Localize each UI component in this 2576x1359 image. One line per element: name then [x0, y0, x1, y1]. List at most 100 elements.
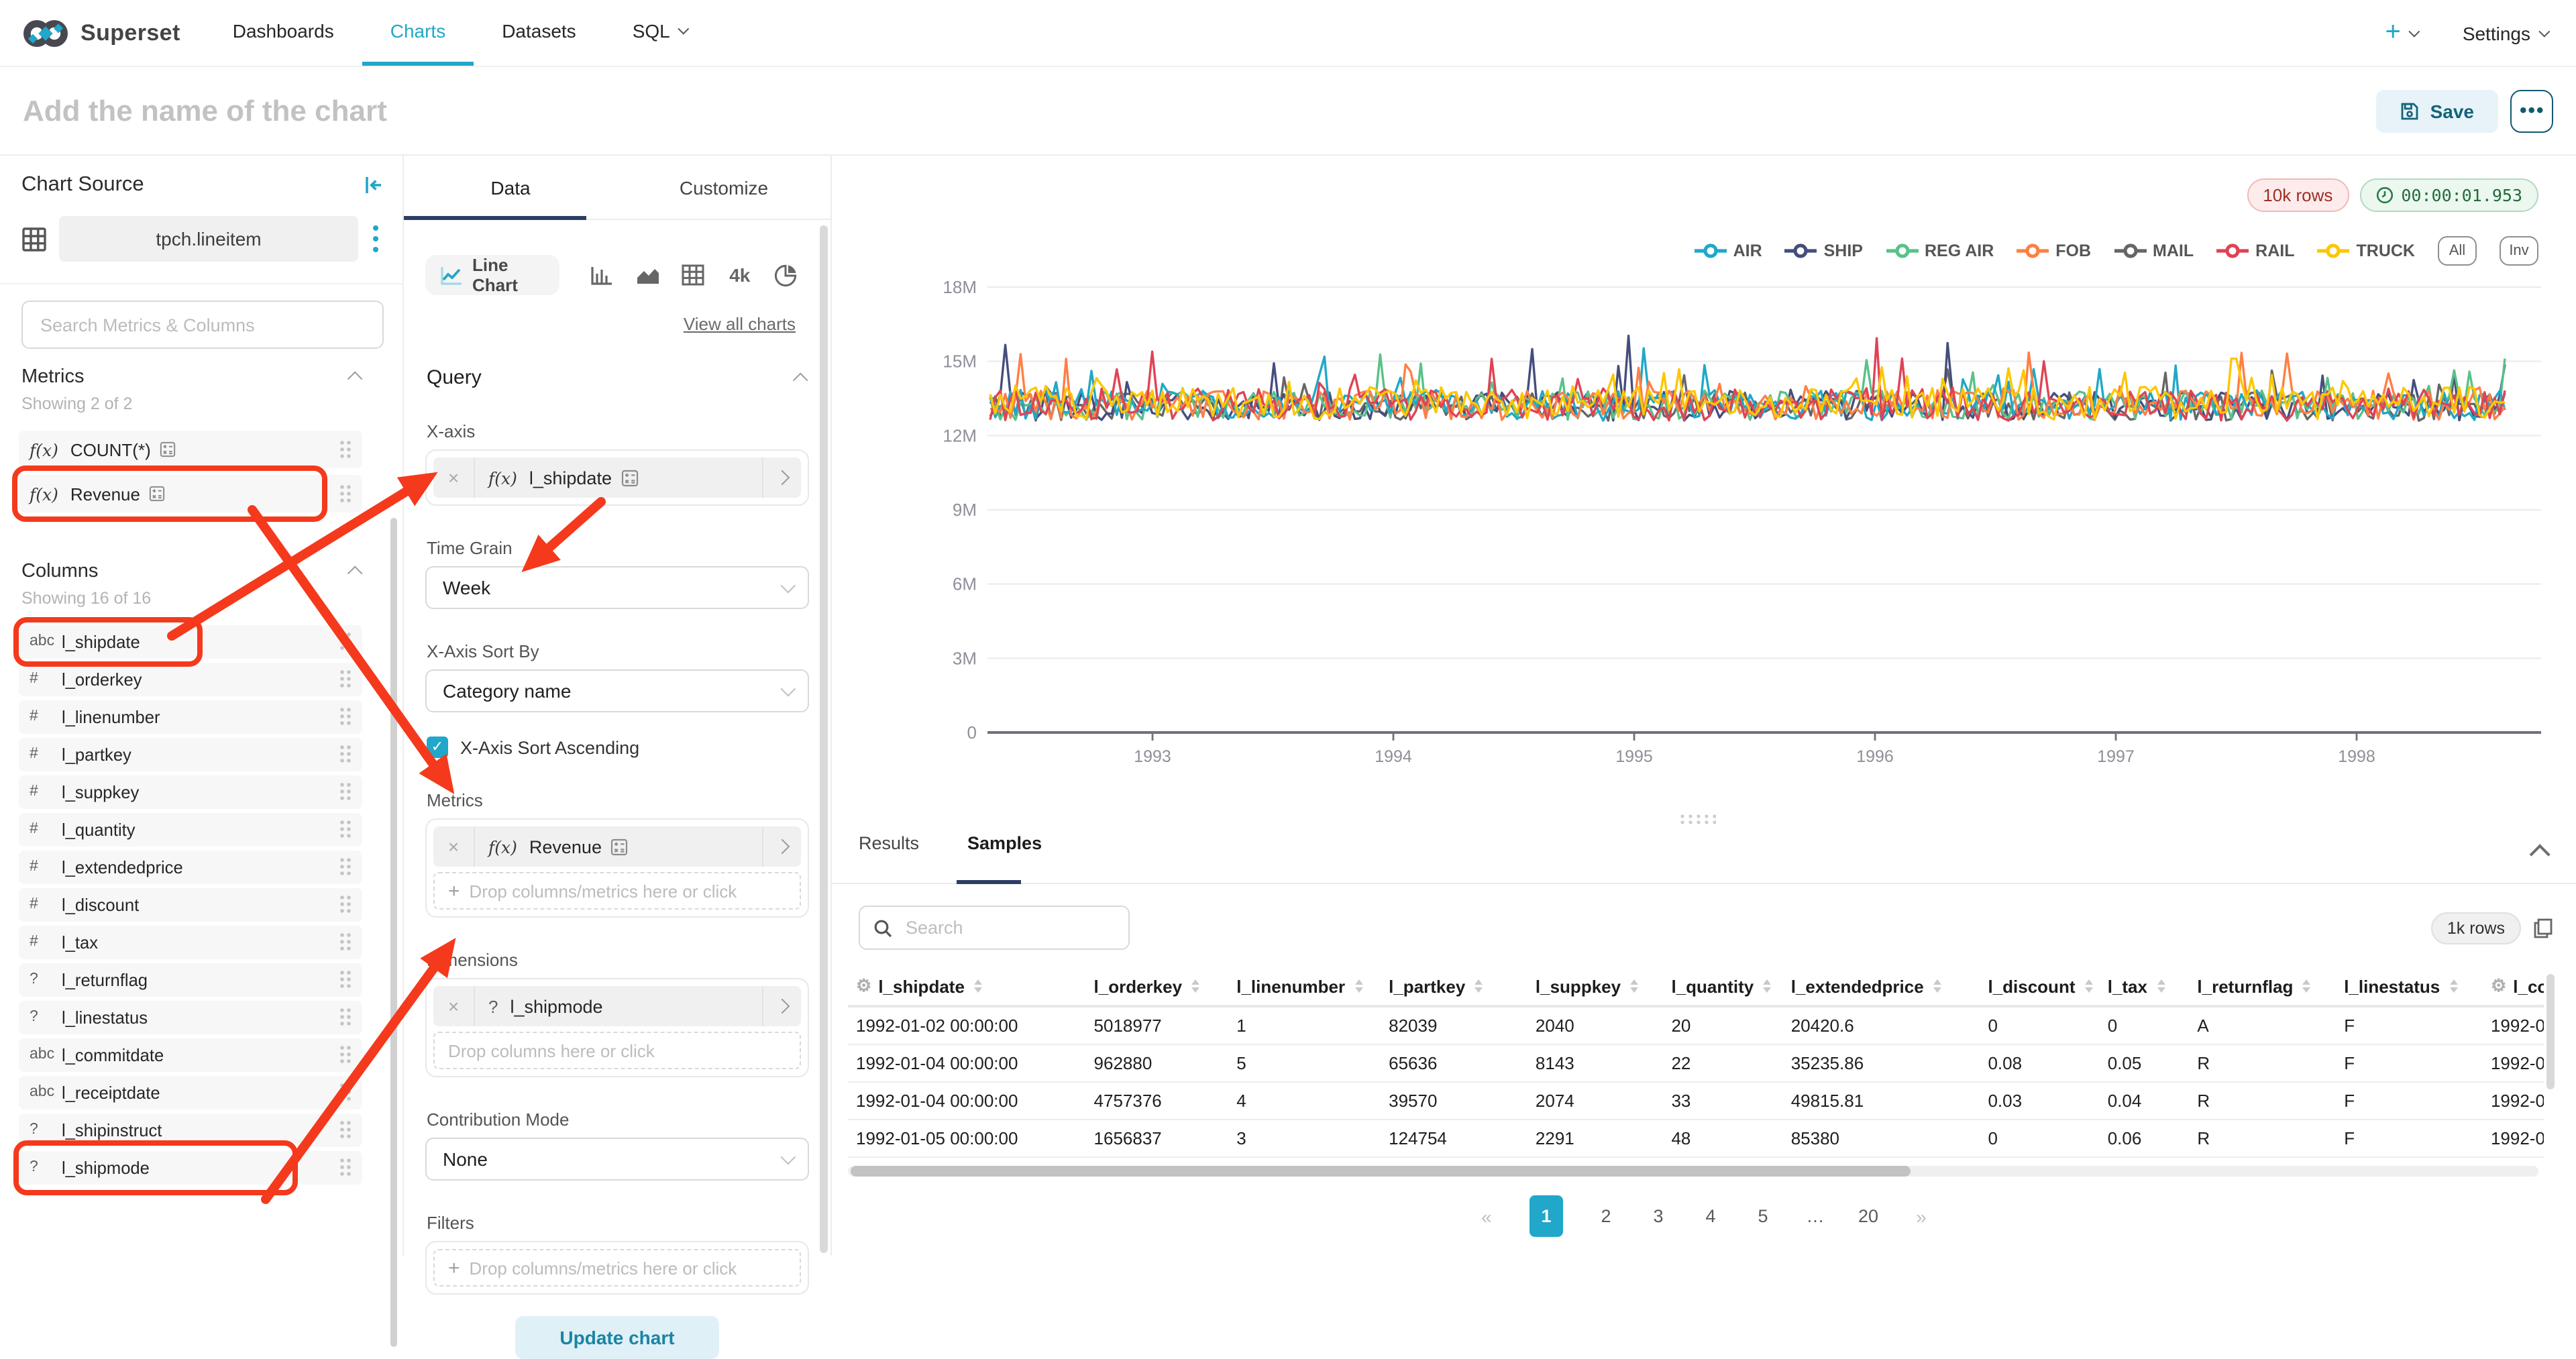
column-item-l_receiptdate[interactable]: abcl_receiptdate [19, 1076, 362, 1109]
column-item-l_partkey[interactable]: #l_partkey [19, 738, 362, 771]
column-item-l_linenumber[interactable]: #l_linenumber [19, 700, 362, 733]
column-header-l_linenumber[interactable]: l_linenumber [1228, 970, 1381, 1006]
chevron-up-icon[interactable] [793, 372, 808, 388]
column-header-l_returnflag[interactable]: l_returnflag [2189, 970, 2336, 1006]
column-item-l_quantity[interactable]: #l_quantity [19, 813, 362, 846]
remove-icon[interactable]: × [433, 826, 475, 867]
bar-chart-icon[interactable] [578, 265, 625, 285]
dataset-selector[interactable]: tpch.lineitem [59, 216, 358, 262]
superset-logo[interactable]: Superset [0, 0, 205, 66]
table-hscroll-thumb[interactable] [851, 1166, 1911, 1177]
drag-handle-icon[interactable] [338, 933, 352, 952]
sort-arrows-icon[interactable] [2302, 979, 2310, 993]
pagination-page-1[interactable]: 1 [1529, 1195, 1563, 1237]
drag-handle-icon[interactable] [338, 708, 352, 726]
remove-icon[interactable]: × [433, 986, 475, 1026]
collapse-panel-icon[interactable] [364, 176, 384, 195]
metrics-pill[interactable]: × f(x) Revenue [433, 826, 801, 867]
metrics-columns-search[interactable] [21, 301, 384, 349]
drag-handle-icon[interactable] [338, 820, 352, 839]
sort-arrows-icon[interactable] [2085, 979, 2093, 993]
sort-arrows-icon[interactable] [1763, 979, 1771, 993]
samples-search-input[interactable] [903, 916, 1115, 939]
query-duration-badge[interactable]: 00:00:01.953 [2359, 178, 2538, 212]
view-all-charts-link[interactable]: View all charts [684, 314, 796, 334]
column-header-l_linestatus[interactable]: l_linestatus [2336, 970, 2483, 1006]
metrics-dropzone[interactable]: + Drop columns/metrics here or click [433, 872, 801, 910]
sort-arrows-icon[interactable] [1191, 979, 1199, 993]
drag-handle-icon[interactable] [338, 440, 352, 459]
column-item-l_discount[interactable]: #l_discount [19, 888, 362, 921]
drag-handle-icon[interactable] [338, 895, 352, 914]
nav-item-charts[interactable]: Charts [362, 0, 474, 66]
drag-handle-icon[interactable] [338, 484, 352, 503]
nav-item-datasets[interactable]: Datasets [474, 0, 604, 66]
pie-chart-icon[interactable] [763, 264, 809, 286]
new-menu-button[interactable]: + [2385, 17, 2416, 48]
column-header-l_shipdate[interactable]: ⚙l_shipdate [848, 970, 1086, 1006]
dimensions-dropzone[interactable]: Drop columns here or click [433, 1032, 801, 1069]
dimensions-pill[interactable]: × ? l_shipmode [433, 986, 801, 1026]
column-item-l_shipmode[interactable]: ?l_shipmode [19, 1151, 362, 1184]
tab-results[interactable]: Results [859, 833, 919, 872]
sort-ascending-checkbox[interactable]: ✓ [427, 737, 448, 758]
column-header-l_quantity[interactable]: l_quantity [1663, 970, 1782, 1006]
column-header-l_orderkey[interactable]: l_orderkey [1086, 970, 1229, 1006]
table-icon[interactable] [671, 264, 717, 286]
chevron-up-icon[interactable] [347, 566, 363, 582]
samples-search[interactable] [859, 906, 1130, 950]
metric-item-COUNT[interactable]: f(x)COUNT(*) [19, 431, 362, 468]
legend-item-fob[interactable]: FOB [2017, 241, 2091, 260]
control-panel-scrollbar[interactable] [820, 225, 828, 1253]
chart-name-input[interactable]: Add the name of the chart [23, 93, 387, 128]
x-axis-sort-by-select[interactable]: Category name [425, 669, 809, 712]
gear-icon[interactable]: ⚙ [2491, 975, 2506, 997]
legend-item-rail[interactable]: RAIL [2216, 241, 2294, 260]
table-vscroll-thumb[interactable] [2546, 974, 2555, 1089]
legend-item-truck[interactable]: TRUCK [2318, 241, 2416, 260]
sort-arrows-icon[interactable] [2157, 979, 2165, 993]
column-header-l_suppkey[interactable]: l_suppkey [1527, 970, 1664, 1006]
pagination-page-20[interactable]: 20 [1858, 1206, 1878, 1226]
collapse-results-icon[interactable] [2534, 842, 2549, 867]
legend-item-ship[interactable]: SHIP [1785, 241, 1863, 260]
area-chart-icon[interactable] [625, 265, 671, 285]
column-item-l_linestatus[interactable]: ?l_linestatus [19, 1001, 362, 1034]
legend-inv-button[interactable]: Inv [2500, 236, 2538, 266]
column-header-l_commit[interactable]: ⚙l_commit [2483, 970, 2544, 1006]
copy-icon[interactable] [2533, 918, 2553, 939]
drag-handle-icon[interactable] [338, 745, 352, 764]
x-axis-pill[interactable]: × f(x) l_shipdate [433, 457, 801, 498]
column-item-l_returnflag[interactable]: ?l_returnflag [19, 963, 362, 996]
pagination-page-3[interactable]: 3 [1649, 1206, 1668, 1226]
search-input[interactable] [38, 313, 368, 336]
more-options-button[interactable]: ••• [2510, 89, 2553, 132]
sort-arrows-icon[interactable] [1630, 979, 1638, 993]
sort-arrows-icon[interactable] [1933, 979, 1941, 993]
tab-data[interactable]: Data [404, 156, 617, 219]
drag-handle-icon[interactable] [338, 1046, 352, 1065]
pagination-page-2[interactable]: 2 [1597, 1206, 1615, 1226]
dataset-options-kebab-icon[interactable] [370, 223, 381, 255]
pagination-page-…[interactable]: … [1806, 1206, 1825, 1226]
column-header-l_discount[interactable]: l_discount [1980, 970, 2099, 1006]
drag-handle-icon[interactable] [338, 1083, 352, 1102]
pagination-page-4[interactable]: 4 [1701, 1206, 1720, 1226]
expand-pill-icon[interactable] [762, 457, 801, 498]
sort-arrows-icon[interactable] [1474, 979, 1483, 993]
remove-icon[interactable]: × [433, 457, 475, 498]
row-count-badge[interactable]: 10k rows [2247, 178, 2349, 212]
settings-menu-button[interactable]: Settings [2463, 22, 2546, 44]
column-header-l_partkey[interactable]: l_partkey [1381, 970, 1527, 1006]
column-item-l_extendedprice[interactable]: #l_extendedprice [19, 851, 362, 883]
sort-arrows-icon[interactable] [1354, 979, 1362, 993]
column-item-l_orderkey[interactable]: #l_orderkey [19, 663, 362, 696]
sort-arrows-icon[interactable] [2449, 979, 2457, 993]
expand-pill-icon[interactable] [762, 986, 801, 1026]
legend-item-reg-air[interactable]: REG AIR [1886, 241, 1994, 260]
pagination-prev[interactable]: « [1477, 1205, 1496, 1227]
save-button[interactable]: Save [2377, 89, 2498, 132]
left-panel-scrollbar[interactable] [390, 518, 397, 1347]
expand-pill-icon[interactable] [762, 826, 801, 867]
drag-handle-icon[interactable] [338, 971, 352, 989]
